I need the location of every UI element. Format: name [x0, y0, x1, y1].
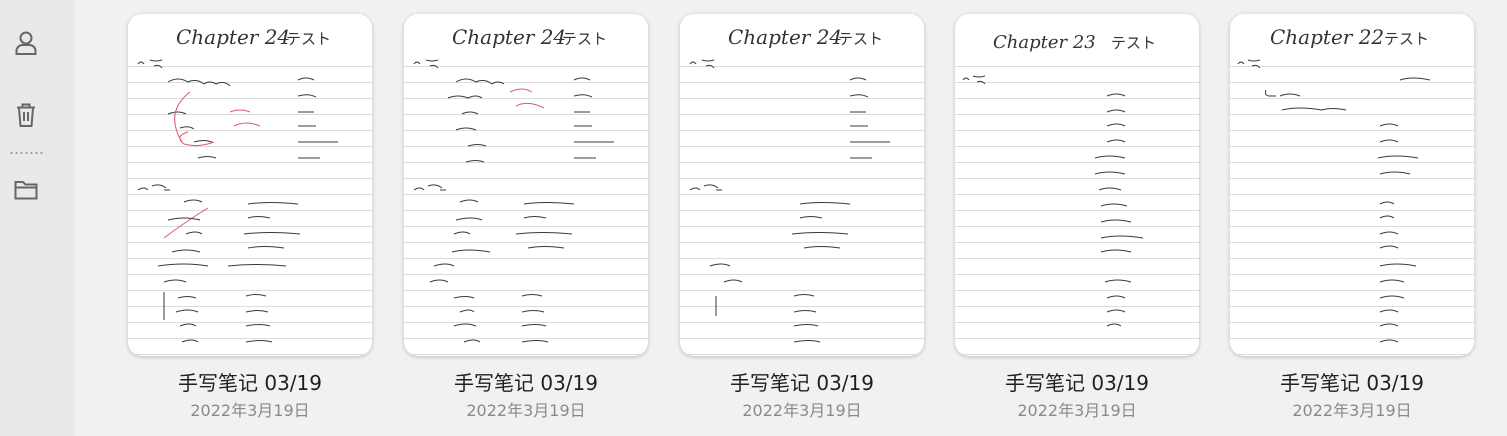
handwriting-heading: Chapter 24 — [176, 25, 290, 49]
folder-icon[interactable] — [11, 174, 41, 204]
note-thumbnail: Chapter 24 テスト — [128, 14, 372, 356]
note-thumbnail: Chapter 23 テスト — [955, 14, 1199, 356]
note-date: 2022年3月19日 — [742, 401, 862, 420]
note-title: 手写笔记 03/19 — [730, 371, 874, 395]
handwriting-heading: Chapter 23 — [993, 32, 1096, 53]
note-card[interactable]: Chapter 24 テスト 手写笔记 03/19 2022年3月19日 — [680, 0, 924, 436]
note-thumbnail: Chapter 24 テスト — [680, 14, 924, 356]
sidebar-divider — [9, 152, 43, 154]
trash-icon[interactable] — [11, 100, 41, 130]
note-card[interactable]: Chapter 22 テスト 手写笔记 03/19 2022年3月19日 — [1230, 0, 1474, 436]
note-title: 手写笔记 03/19 — [1005, 371, 1149, 395]
note-card[interactable]: Chapter 24 テスト 手写笔记 03/19 2022年3月19日 — [404, 0, 648, 436]
handwriting-heading-right: テスト — [286, 30, 331, 48]
handwriting-heading: Chapter 24 — [728, 25, 842, 49]
note-date: 2022年3月19日 — [466, 401, 586, 420]
sidebar — [0, 0, 74, 436]
handwriting-heading: Chapter 24 — [452, 25, 566, 49]
handwriting-heading-right: テスト — [1384, 30, 1429, 48]
handwriting-heading-right: テスト — [562, 30, 607, 48]
handwriting-heading-right: テスト — [1111, 34, 1156, 52]
note-title: 手写笔记 03/19 — [1280, 371, 1424, 395]
note-title: 手写笔记 03/19 — [454, 371, 598, 395]
note-date: 2022年3月19日 — [1017, 401, 1137, 420]
notes-grid: Chapter 24 テスト 手写笔记 03/19 2022年3月19日 Cha… — [74, 0, 1507, 436]
note-thumbnail: Chapter 22 テスト — [1230, 14, 1474, 356]
note-title: 手写笔记 03/19 — [178, 371, 322, 395]
note-date: 2022年3月19日 — [190, 401, 310, 420]
handwriting-heading: Chapter 22 — [1270, 25, 1384, 49]
user-icon[interactable] — [11, 28, 41, 58]
note-date: 2022年3月19日 — [1292, 401, 1412, 420]
note-thumbnail: Chapter 24 テスト — [404, 14, 648, 356]
note-card[interactable]: Chapter 23 テスト 手写笔记 03/19 2022年3月19日 — [955, 0, 1199, 436]
handwriting-heading-right: テスト — [838, 30, 883, 48]
note-card[interactable]: Chapter 24 テスト 手写笔记 03/19 2022年3月19日 — [128, 0, 372, 436]
